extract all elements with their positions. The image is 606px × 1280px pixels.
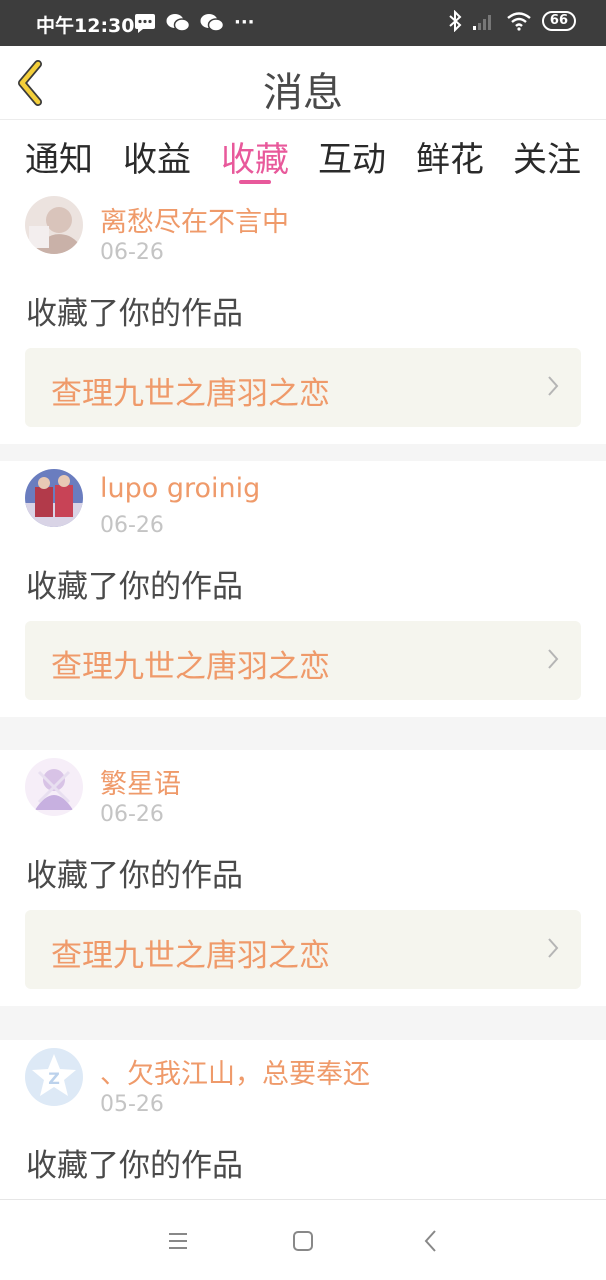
message-icon — [135, 13, 155, 33]
home-button[interactable] — [288, 1226, 318, 1256]
status-time: 中午12:30 — [36, 15, 135, 37]
svg-text:Z: Z — [48, 1069, 60, 1088]
notification-icons: ··· — [134, 12, 255, 33]
system-nav-bar — [0, 1199, 606, 1280]
work-title: 查理九世之唐羽之恋 — [51, 376, 330, 412]
active-tab-indicator — [239, 180, 271, 184]
wechat-icon — [166, 13, 190, 32]
menu-icon — [169, 1233, 187, 1249]
action-text: 收藏了你的作品 — [26, 569, 243, 605]
tab-interactions[interactable]: 互动 — [307, 132, 397, 181]
home-icon — [293, 1231, 313, 1251]
tab-notifications[interactable]: 通知 — [14, 132, 104, 181]
date: 06-26 — [100, 240, 164, 265]
chevron-right-icon — [548, 649, 559, 669]
status-bar: 中午12:30 ··· 66 — [0, 0, 606, 46]
back-icon — [424, 1230, 436, 1252]
avatar[interactable]: Z — [25, 1048, 83, 1106]
message-list[interactable]: 离愁尽在不言中 06-26 收藏了你的作品 查理九世之唐羽之恋 lupo gro… — [0, 188, 606, 1199]
work-title: 查理九世之唐羽之恋 — [51, 649, 330, 685]
more-notifications-icon: ··· — [234, 12, 255, 33]
bluetooth-icon — [449, 10, 462, 32]
date: 05-26 — [100, 1092, 164, 1117]
list-item: 繁星语 06-26 收藏了你的作品 查理九世之唐羽之恋 — [0, 750, 606, 1006]
chevron-right-icon — [548, 938, 559, 958]
work-link[interactable]: 查理九世之唐羽之恋 — [25, 348, 581, 427]
action-text: 收藏了你的作品 — [26, 296, 243, 332]
date: 06-26 — [100, 513, 164, 538]
back-nav-button[interactable] — [416, 1226, 446, 1256]
username[interactable]: 、欠我江山，总要奉还 — [100, 1052, 370, 1091]
list-item: lupo groinig 06-26 收藏了你的作品 查理九世之唐羽之恋 — [0, 461, 606, 717]
action-text: 收藏了你的作品 — [26, 858, 243, 894]
page-title: 消息 — [263, 70, 343, 116]
tab-earnings[interactable]: 收益 — [112, 132, 202, 181]
wifi-icon — [507, 12, 531, 31]
tab-favorites[interactable]: 收藏 — [210, 132, 300, 181]
avatar[interactable] — [25, 469, 83, 527]
work-title: 查理九世之唐羽之恋 — [51, 938, 330, 974]
system-status: 66 — [448, 10, 576, 32]
list-item: Z 、欠我江山，总要奉还 05-26 收藏了你的作品 — [0, 1040, 606, 1199]
wechat-icon — [200, 13, 224, 32]
work-link[interactable]: 查理九世之唐羽之恋 — [25, 910, 581, 989]
battery-icon: 66 — [541, 11, 576, 31]
chevron-right-icon — [548, 376, 559, 396]
avatar[interactable] — [25, 758, 83, 816]
signal-icon — [472, 15, 491, 30]
work-link[interactable]: 查理九世之唐羽之恋 — [25, 621, 581, 700]
avatar[interactable] — [25, 196, 83, 254]
header: 消息 — [0, 46, 606, 120]
menu-button[interactable] — [163, 1226, 193, 1256]
date: 06-26 — [100, 802, 164, 827]
action-text: 收藏了你的作品 — [26, 1148, 243, 1184]
tab-follows[interactable]: 关注 — [502, 132, 592, 181]
tab-flowers[interactable]: 鲜花 — [405, 132, 495, 181]
username[interactable]: 离愁尽在不言中 — [100, 200, 289, 239]
username[interactable]: 繁星语 — [100, 762, 181, 801]
username[interactable]: lupo groinig — [100, 473, 260, 504]
tab-bar: 通知 收益 收藏 互动 鲜花 关注 — [0, 120, 606, 188]
list-item: 离愁尽在不言中 06-26 收藏了你的作品 查理九世之唐羽之恋 — [0, 188, 606, 444]
